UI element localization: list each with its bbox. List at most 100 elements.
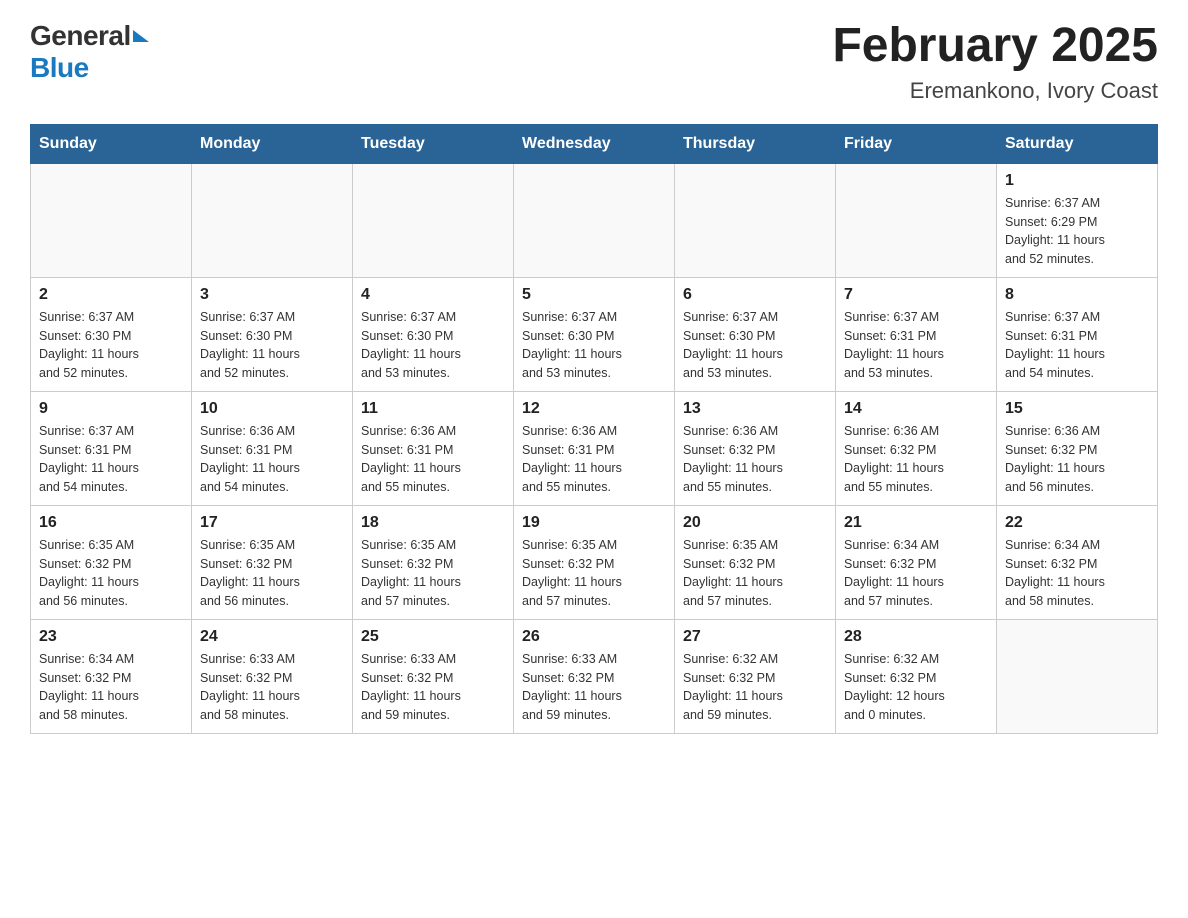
day-number: 20 [683, 514, 827, 532]
calendar-cell: 26 Sunrise: 6:33 AM Sunset: 6:32 PM Dayli… [514, 619, 675, 733]
calendar-cell: 18 Sunrise: 6:35 AM Sunset: 6:32 PM Dayli… [353, 505, 514, 619]
calendar-cell: 2Sunrise: 6:37 AM Sunset: 6:30 PM Daylig… [31, 277, 192, 391]
logo: General Blue [30, 20, 149, 84]
day-number: 26 [522, 628, 666, 646]
calendar-cell: 13 Sunrise: 6:36 AM Sunset: 6:32 PM Dayli… [675, 391, 836, 505]
day-info: Sunrise: 6:35 AM Sunset: 6:32 PM Dayligh… [683, 536, 827, 611]
calendar-week-row: 9 Sunrise: 6:37 AM Sunset: 6:31 PM Daylig… [31, 391, 1158, 505]
day-number: 25 [361, 628, 505, 646]
day-info: Sunrise: 6:36 AM Sunset: 6:31 PM Dayligh… [200, 422, 344, 497]
calendar-cell: 10Sunrise: 6:36 AM Sunset: 6:31 PM Dayli… [192, 391, 353, 505]
day-number: 11 [361, 400, 505, 418]
day-number: 9 [39, 400, 183, 418]
calendar-cell [836, 163, 997, 277]
calendar-cell [192, 163, 353, 277]
day-info: Sunrise: 6:33 AM Sunset: 6:32 PM Dayligh… [522, 650, 666, 725]
logo-triangle-icon [133, 30, 149, 42]
calendar-subtitle: Eremankono, Ivory Coast [832, 78, 1158, 104]
day-info: Sunrise: 6:36 AM Sunset: 6:32 PM Dayligh… [844, 422, 988, 497]
day-number: 12 [522, 400, 666, 418]
title-section: February 2025 Eremankono, Ivory Coast [832, 20, 1158, 104]
day-info: Sunrise: 6:32 AM Sunset: 6:32 PM Dayligh… [683, 650, 827, 725]
day-info: Sunrise: 6:37 AM Sunset: 6:31 PM Dayligh… [39, 422, 183, 497]
logo-blue-text: Blue [30, 52, 89, 84]
day-info: Sunrise: 6:37 AM Sunset: 6:30 PM Dayligh… [39, 308, 183, 383]
day-info: Sunrise: 6:37 AM Sunset: 6:29 PM Dayligh… [1005, 194, 1149, 269]
day-info: Sunrise: 6:36 AM Sunset: 6:31 PM Dayligh… [361, 422, 505, 497]
day-info: Sunrise: 6:36 AM Sunset: 6:32 PM Dayligh… [683, 422, 827, 497]
day-info: Sunrise: 6:35 AM Sunset: 6:32 PM Dayligh… [200, 536, 344, 611]
calendar-cell [353, 163, 514, 277]
calendar-body: 1 Sunrise: 6:37 AM Sunset: 6:29 PM Daylig… [31, 163, 1158, 733]
day-number: 3 [200, 286, 344, 304]
calendar-cell: 5Sunrise: 6:37 AM Sunset: 6:30 PM Daylig… [514, 277, 675, 391]
day-header-friday: Friday [836, 124, 997, 163]
calendar-table: SundayMondayTuesdayWednesdayThursdayFrid… [30, 124, 1158, 734]
day-info: Sunrise: 6:37 AM Sunset: 6:30 PM Dayligh… [200, 308, 344, 383]
calendar-cell: 3 Sunrise: 6:37 AM Sunset: 6:30 PM Daylig… [192, 277, 353, 391]
calendar-cell: 11 Sunrise: 6:36 AM Sunset: 6:31 PM Dayli… [353, 391, 514, 505]
calendar-cell [31, 163, 192, 277]
calendar-cell: 19 Sunrise: 6:35 AM Sunset: 6:32 PM Dayli… [514, 505, 675, 619]
calendar-cell: 9 Sunrise: 6:37 AM Sunset: 6:31 PM Daylig… [31, 391, 192, 505]
day-info: Sunrise: 6:33 AM Sunset: 6:32 PM Dayligh… [200, 650, 344, 725]
logo-general-text: General [30, 20, 131, 52]
calendar-cell: 17 Sunrise: 6:35 AM Sunset: 6:32 PM Dayli… [192, 505, 353, 619]
calendar-cell [997, 619, 1158, 733]
calendar-cell: 15Sunrise: 6:36 AM Sunset: 6:32 PM Dayli… [997, 391, 1158, 505]
day-number: 14 [844, 400, 988, 418]
day-header-wednesday: Wednesday [514, 124, 675, 163]
day-header-tuesday: Tuesday [353, 124, 514, 163]
day-info: Sunrise: 6:36 AM Sunset: 6:31 PM Dayligh… [522, 422, 666, 497]
calendar-title: February 2025 [832, 20, 1158, 73]
calendar-week-row: 16 Sunrise: 6:35 AM Sunset: 6:32 PM Dayli… [31, 505, 1158, 619]
calendar-cell: 4 Sunrise: 6:37 AM Sunset: 6:30 PM Daylig… [353, 277, 514, 391]
day-number: 15 [1005, 400, 1149, 418]
day-info: Sunrise: 6:37 AM Sunset: 6:30 PM Dayligh… [361, 308, 505, 383]
day-number: 17 [200, 514, 344, 532]
day-number: 19 [522, 514, 666, 532]
calendar-cell: 1 Sunrise: 6:37 AM Sunset: 6:29 PM Daylig… [997, 163, 1158, 277]
day-info: Sunrise: 6:34 AM Sunset: 6:32 PM Dayligh… [39, 650, 183, 725]
day-info: Sunrise: 6:37 AM Sunset: 6:30 PM Dayligh… [522, 308, 666, 383]
day-info: Sunrise: 6:34 AM Sunset: 6:32 PM Dayligh… [1005, 536, 1149, 611]
calendar-cell [514, 163, 675, 277]
calendar-cell: 14 Sunrise: 6:36 AM Sunset: 6:32 PM Dayli… [836, 391, 997, 505]
day-number: 6 [683, 286, 827, 304]
page-header: General Blue February 2025 Eremankono, I… [30, 20, 1158, 104]
calendar-week-row: 23 Sunrise: 6:34 AM Sunset: 6:32 PM Dayli… [31, 619, 1158, 733]
calendar-cell: 7 Sunrise: 6:37 AM Sunset: 6:31 PM Daylig… [836, 277, 997, 391]
day-header-monday: Monday [192, 124, 353, 163]
calendar-cell: 8Sunrise: 6:37 AM Sunset: 6:31 PM Daylig… [997, 277, 1158, 391]
calendar-header-row: SundayMondayTuesdayWednesdayThursdayFrid… [31, 124, 1158, 163]
day-number: 18 [361, 514, 505, 532]
day-number: 24 [200, 628, 344, 646]
day-info: Sunrise: 6:37 AM Sunset: 6:31 PM Dayligh… [1005, 308, 1149, 383]
day-number: 4 [361, 286, 505, 304]
day-info: Sunrise: 6:35 AM Sunset: 6:32 PM Dayligh… [522, 536, 666, 611]
day-header-saturday: Saturday [997, 124, 1158, 163]
day-info: Sunrise: 6:33 AM Sunset: 6:32 PM Dayligh… [361, 650, 505, 725]
calendar-cell: 27Sunrise: 6:32 AM Sunset: 6:32 PM Dayli… [675, 619, 836, 733]
calendar-cell: 23 Sunrise: 6:34 AM Sunset: 6:32 PM Dayli… [31, 619, 192, 733]
day-header-thursday: Thursday [675, 124, 836, 163]
calendar-cell: 16Sunrise: 6:35 AM Sunset: 6:32 PM Dayli… [31, 505, 192, 619]
calendar-cell: 21 Sunrise: 6:34 AM Sunset: 6:32 PM Dayli… [836, 505, 997, 619]
day-info: Sunrise: 6:35 AM Sunset: 6:32 PM Dayligh… [361, 536, 505, 611]
day-header-sunday: Sunday [31, 124, 192, 163]
day-info: Sunrise: 6:34 AM Sunset: 6:32 PM Dayligh… [844, 536, 988, 611]
day-info: Sunrise: 6:37 AM Sunset: 6:31 PM Dayligh… [844, 308, 988, 383]
day-number: 13 [683, 400, 827, 418]
day-number: 16 [39, 514, 183, 532]
day-info: Sunrise: 6:37 AM Sunset: 6:30 PM Dayligh… [683, 308, 827, 383]
calendar-cell: 25 Sunrise: 6:33 AM Sunset: 6:32 PM Dayli… [353, 619, 514, 733]
day-number: 23 [39, 628, 183, 646]
day-number: 21 [844, 514, 988, 532]
calendar-cell: 20 Sunrise: 6:35 AM Sunset: 6:32 PM Dayli… [675, 505, 836, 619]
day-number: 7 [844, 286, 988, 304]
calendar-cell: 12 Sunrise: 6:36 AM Sunset: 6:31 PM Dayli… [514, 391, 675, 505]
day-number: 1 [1005, 172, 1149, 190]
day-number: 28 [844, 628, 988, 646]
calendar-cell: 24 Sunrise: 6:33 AM Sunset: 6:32 PM Dayli… [192, 619, 353, 733]
calendar-cell: 28Sunrise: 6:32 AM Sunset: 6:32 PM Dayli… [836, 619, 997, 733]
